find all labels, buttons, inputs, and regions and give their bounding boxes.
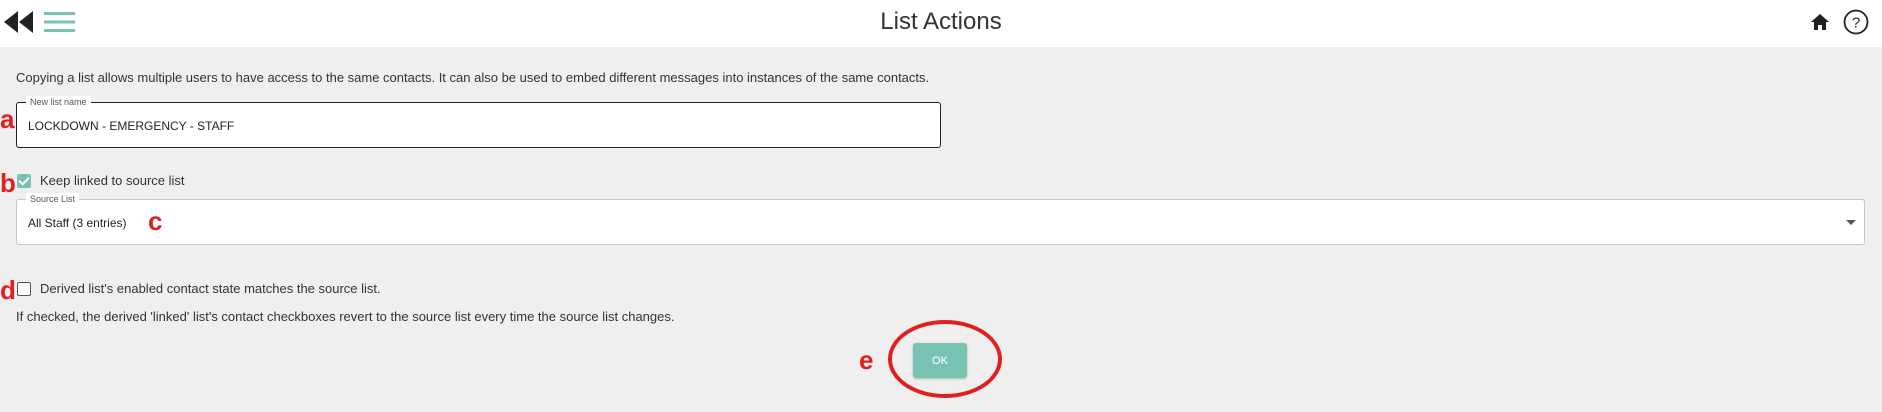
annotation-c: c xyxy=(148,206,163,236)
source-list-select[interactable]: Source List All Staff (3 entries) xyxy=(16,193,1865,245)
page-title: List Actions xyxy=(880,8,1002,35)
derived-state-note: If checked, the derived 'linked' list's … xyxy=(16,309,675,324)
new-list-name-legend: New list name xyxy=(26,96,91,108)
top-bar: List Actions ? xyxy=(0,0,1882,47)
keep-linked-checkbox[interactable] xyxy=(17,173,31,188)
annotation-a: a xyxy=(0,104,15,134)
annotation-b: b xyxy=(0,168,16,198)
source-list-legend: Source List xyxy=(26,193,80,205)
dropdown-arrow-icon[interactable] xyxy=(1846,220,1856,225)
new-list-name-input[interactable] xyxy=(28,119,918,133)
annotation-e: e xyxy=(859,345,874,375)
keep-linked-row[interactable]: Keep linked to source list xyxy=(17,173,185,188)
new-list-name-field[interactable]: New list name xyxy=(16,96,941,148)
intro-text: Copying a list allows multiple users to … xyxy=(16,70,930,85)
derived-state-checkbox[interactable] xyxy=(17,281,31,296)
home-icon[interactable] xyxy=(1810,12,1830,32)
annotation-circle xyxy=(888,320,1002,398)
svg-text:?: ? xyxy=(1852,15,1860,32)
keep-linked-label: Keep linked to source list xyxy=(40,173,185,188)
help-icon[interactable]: ? xyxy=(1843,9,1869,35)
annotation-d: d xyxy=(0,275,16,305)
derived-state-row[interactable]: Derived list's enabled contact state mat… xyxy=(17,281,381,296)
derived-state-label: Derived list's enabled contact state mat… xyxy=(40,281,381,296)
